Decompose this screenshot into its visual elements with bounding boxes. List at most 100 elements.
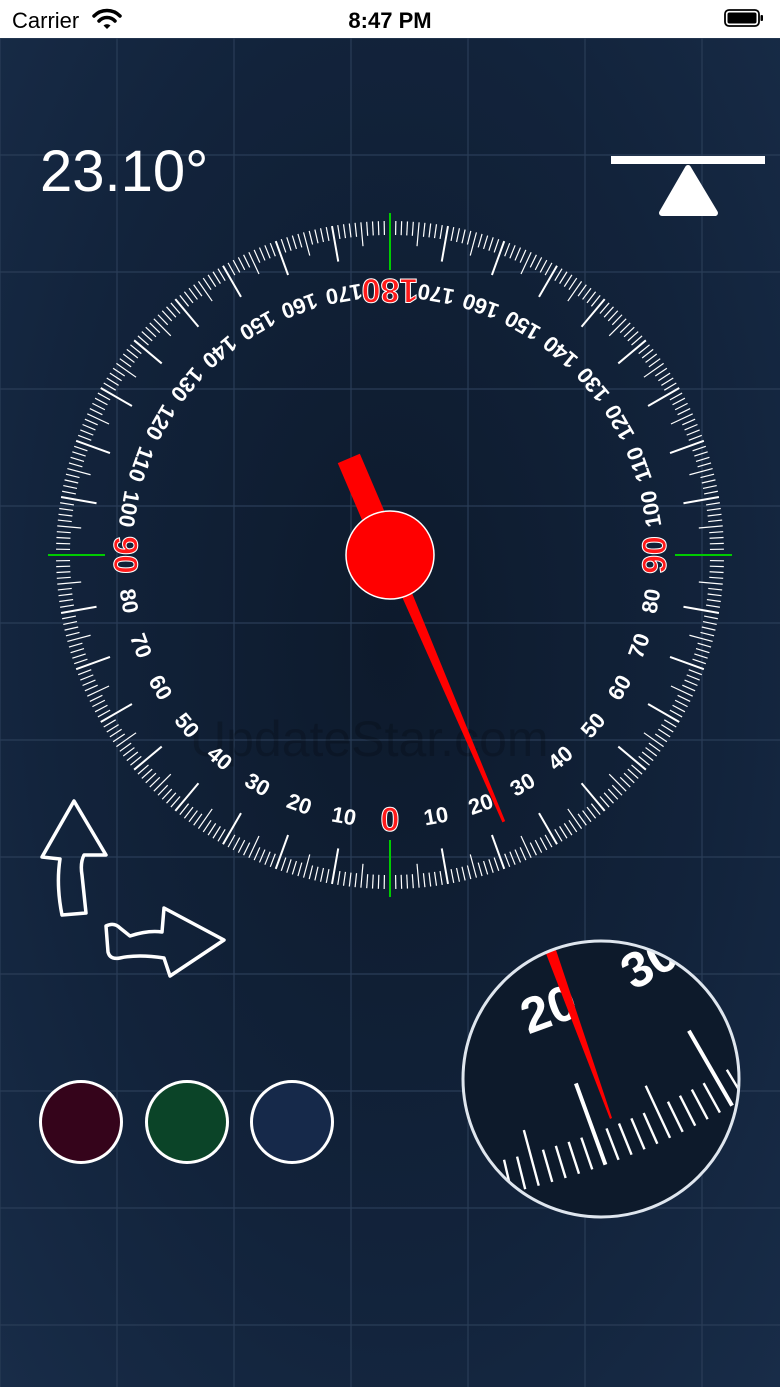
- dial-tick: [709, 531, 724, 534]
- dial-tick: [586, 806, 597, 819]
- dial-tick: [682, 684, 696, 692]
- dial-tick: [212, 271, 221, 284]
- dial-tick: [64, 626, 79, 631]
- dial-tick: [325, 227, 330, 241]
- angle-label: 170: [416, 279, 457, 310]
- dial-tick: [141, 768, 153, 779]
- color-swatch-dark-green[interactable]: [145, 1080, 229, 1164]
- dial-tick: [490, 834, 506, 870]
- major-angle-label: 0: [381, 801, 400, 839]
- dial-tick: [608, 318, 627, 337]
- dial-tick: [153, 318, 172, 337]
- dial-tick: [103, 719, 117, 728]
- dial-tick: [319, 867, 325, 882]
- dial-tick: [654, 733, 668, 743]
- angle-label: 10: [422, 802, 450, 831]
- angle-label: 60: [603, 671, 637, 705]
- protractor-needle[interactable]: [337, 453, 515, 827]
- dial-tick: [519, 847, 527, 861]
- dial-tick: [89, 408, 103, 416]
- dial-tick: [183, 806, 194, 819]
- angle-label: 30: [241, 768, 275, 802]
- right-arrow-icon[interactable]: [100, 900, 230, 980]
- dial-tick: [439, 870, 443, 885]
- dial-tick: [207, 823, 217, 836]
- dial-tick: [60, 502, 75, 506]
- angle-label: 120: [140, 400, 180, 444]
- dial-tick: [411, 221, 414, 236]
- color-swatch-dark-blue[interactable]: [250, 1080, 334, 1164]
- dial-tick: [62, 490, 76, 495]
- needle-hub[interactable]: [345, 510, 435, 600]
- dial-tick: [92, 402, 106, 411]
- dial-tick: [490, 240, 506, 276]
- dial-tick: [58, 513, 73, 517]
- dial-tick: [477, 233, 483, 248]
- dial-tick: [188, 810, 198, 823]
- dial-tick: [611, 314, 623, 326]
- dial-tick: [82, 679, 96, 687]
- dial-tick: [193, 813, 203, 826]
- dial-tick: [623, 772, 635, 784]
- dial-tick: [166, 306, 177, 318]
- dial-tick: [161, 310, 173, 322]
- dial-tick: [348, 872, 352, 887]
- dial-tick: [145, 326, 157, 338]
- dial-tick: [59, 507, 74, 512]
- angle-label: 130: [166, 363, 209, 407]
- dial-tick: [469, 854, 478, 878]
- dial-tick: [60, 604, 75, 608]
- dial-tick: [63, 620, 78, 626]
- dial-tick: [366, 221, 369, 236]
- dial-tick: [519, 249, 527, 263]
- dial-tick: [669, 709, 683, 718]
- dial-tick: [122, 353, 135, 363]
- dial-tick: [455, 867, 461, 882]
- major-angle-label: 180: [362, 271, 419, 309]
- dial-tick: [197, 281, 213, 302]
- dial-tick: [77, 434, 92, 441]
- dial-tick: [232, 837, 241, 851]
- dial-tick: [153, 773, 172, 792]
- angle-label: 110: [621, 443, 657, 485]
- dial-tick: [89, 694, 103, 702]
- dial-tick: [77, 669, 92, 676]
- dial-tick: [72, 451, 86, 457]
- dial-tick: [103, 382, 117, 391]
- dial-tick: [63, 484, 78, 490]
- dial-tick: [648, 742, 661, 752]
- angle-label: 40: [543, 741, 578, 776]
- dial-tick: [188, 287, 198, 300]
- dial-tick: [264, 245, 271, 259]
- dial-tick: [116, 732, 137, 748]
- angle-label: 80: [115, 587, 144, 615]
- dial-tick: [619, 776, 631, 788]
- dial-tick: [291, 860, 298, 875]
- dial-tick: [227, 262, 236, 276]
- dial-tick: [67, 634, 91, 643]
- dial-tick: [704, 615, 718, 620]
- dial-tick: [706, 507, 721, 512]
- dial-tick: [683, 496, 720, 505]
- dial-tick: [280, 239, 287, 253]
- dial-tick: [674, 699, 688, 708]
- dial-tick: [366, 874, 369, 889]
- dial-tick: [422, 222, 426, 237]
- dial-tick: [258, 247, 266, 261]
- dial-tick: [705, 502, 720, 506]
- angle-label: 80: [637, 587, 666, 615]
- dial-tick: [94, 704, 108, 713]
- dial-tick: [416, 222, 420, 247]
- dial-tick: [697, 642, 712, 648]
- dial-tick: [308, 230, 314, 245]
- dial-tick: [688, 669, 703, 676]
- dial-tick: [466, 230, 472, 245]
- dial-tick: [57, 587, 72, 591]
- angle-label: 100: [114, 489, 145, 530]
- dial-tick: [568, 277, 578, 291]
- dial-tick: [354, 222, 358, 237]
- dial-tick: [689, 467, 713, 476]
- color-swatch-dark-red[interactable]: [39, 1080, 123, 1164]
- angle-label: 50: [576, 708, 611, 743]
- dial-tick: [360, 863, 364, 888]
